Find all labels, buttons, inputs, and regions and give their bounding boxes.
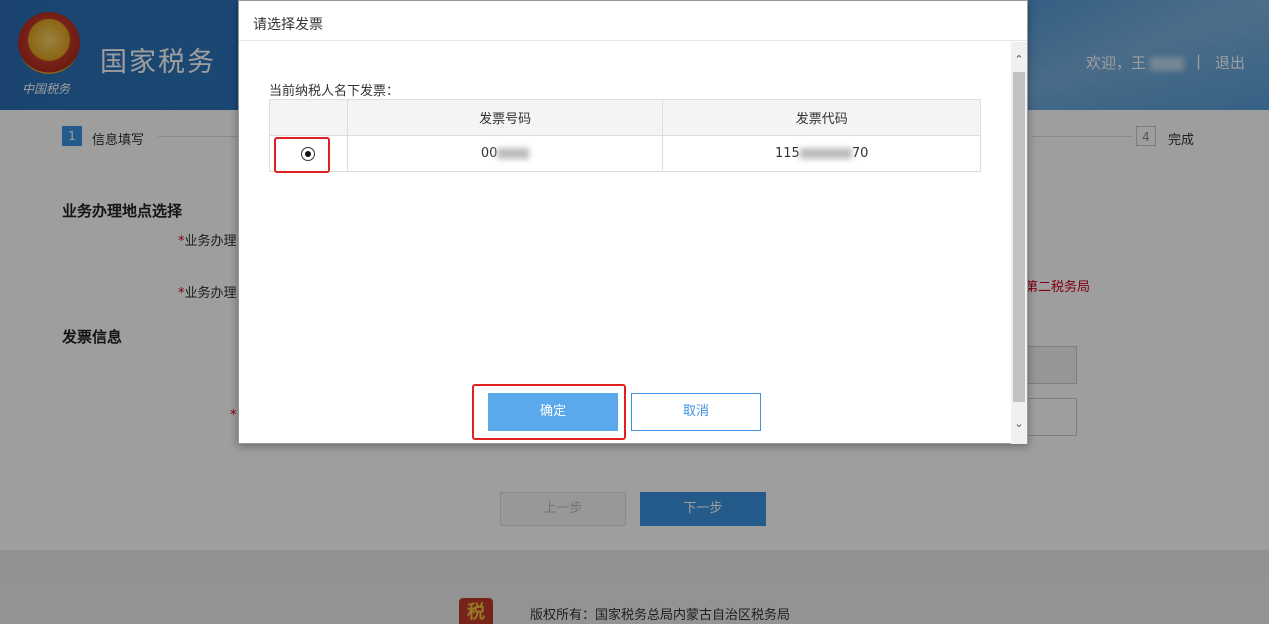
scroll-thumb[interactable] — [1013, 72, 1025, 402]
invoice-table: 发票号码 发票代码 00 115 70 — [269, 99, 981, 172]
select-invoice-dialog: 请选择发票 当前纳税人名下发票： 发票号码 发票代码 00 115 70 确定 … — [238, 0, 1028, 444]
table-header-code: 发票代码 — [662, 99, 981, 136]
table-header-select — [269, 99, 348, 136]
table-header-row: 发票号码 发票代码 — [269, 99, 981, 136]
scroll-down-icon[interactable]: ⌄ — [1011, 414, 1027, 434]
dialog-header: 请选择发票 — [239, 1, 1027, 41]
radio-highlight-box — [274, 137, 330, 173]
redacted-value — [497, 148, 530, 159]
invoice-number-cell: 00 — [346, 135, 664, 172]
dialog-body: 当前纳税人名下发票： 发票号码 发票代码 00 115 70 确定 取消 — [239, 42, 1011, 444]
redacted-value — [799, 148, 852, 159]
confirm-button[interactable]: 确定 — [488, 393, 618, 431]
invoice-code-cell: 115 70 — [662, 135, 981, 172]
dialog-title: 请选择发票 — [253, 17, 323, 33]
scroll-up-icon[interactable]: ⌃ — [1011, 50, 1027, 70]
invoice-list-caption: 当前纳税人名下发票： — [269, 84, 400, 99]
table-row[interactable]: 00 115 70 — [269, 135, 981, 172]
table-header-number: 发票号码 — [346, 99, 664, 136]
dialog-scrollbar[interactable]: ⌃ ⌄ — [1011, 42, 1027, 444]
cancel-button[interactable]: 取消 — [631, 393, 761, 431]
